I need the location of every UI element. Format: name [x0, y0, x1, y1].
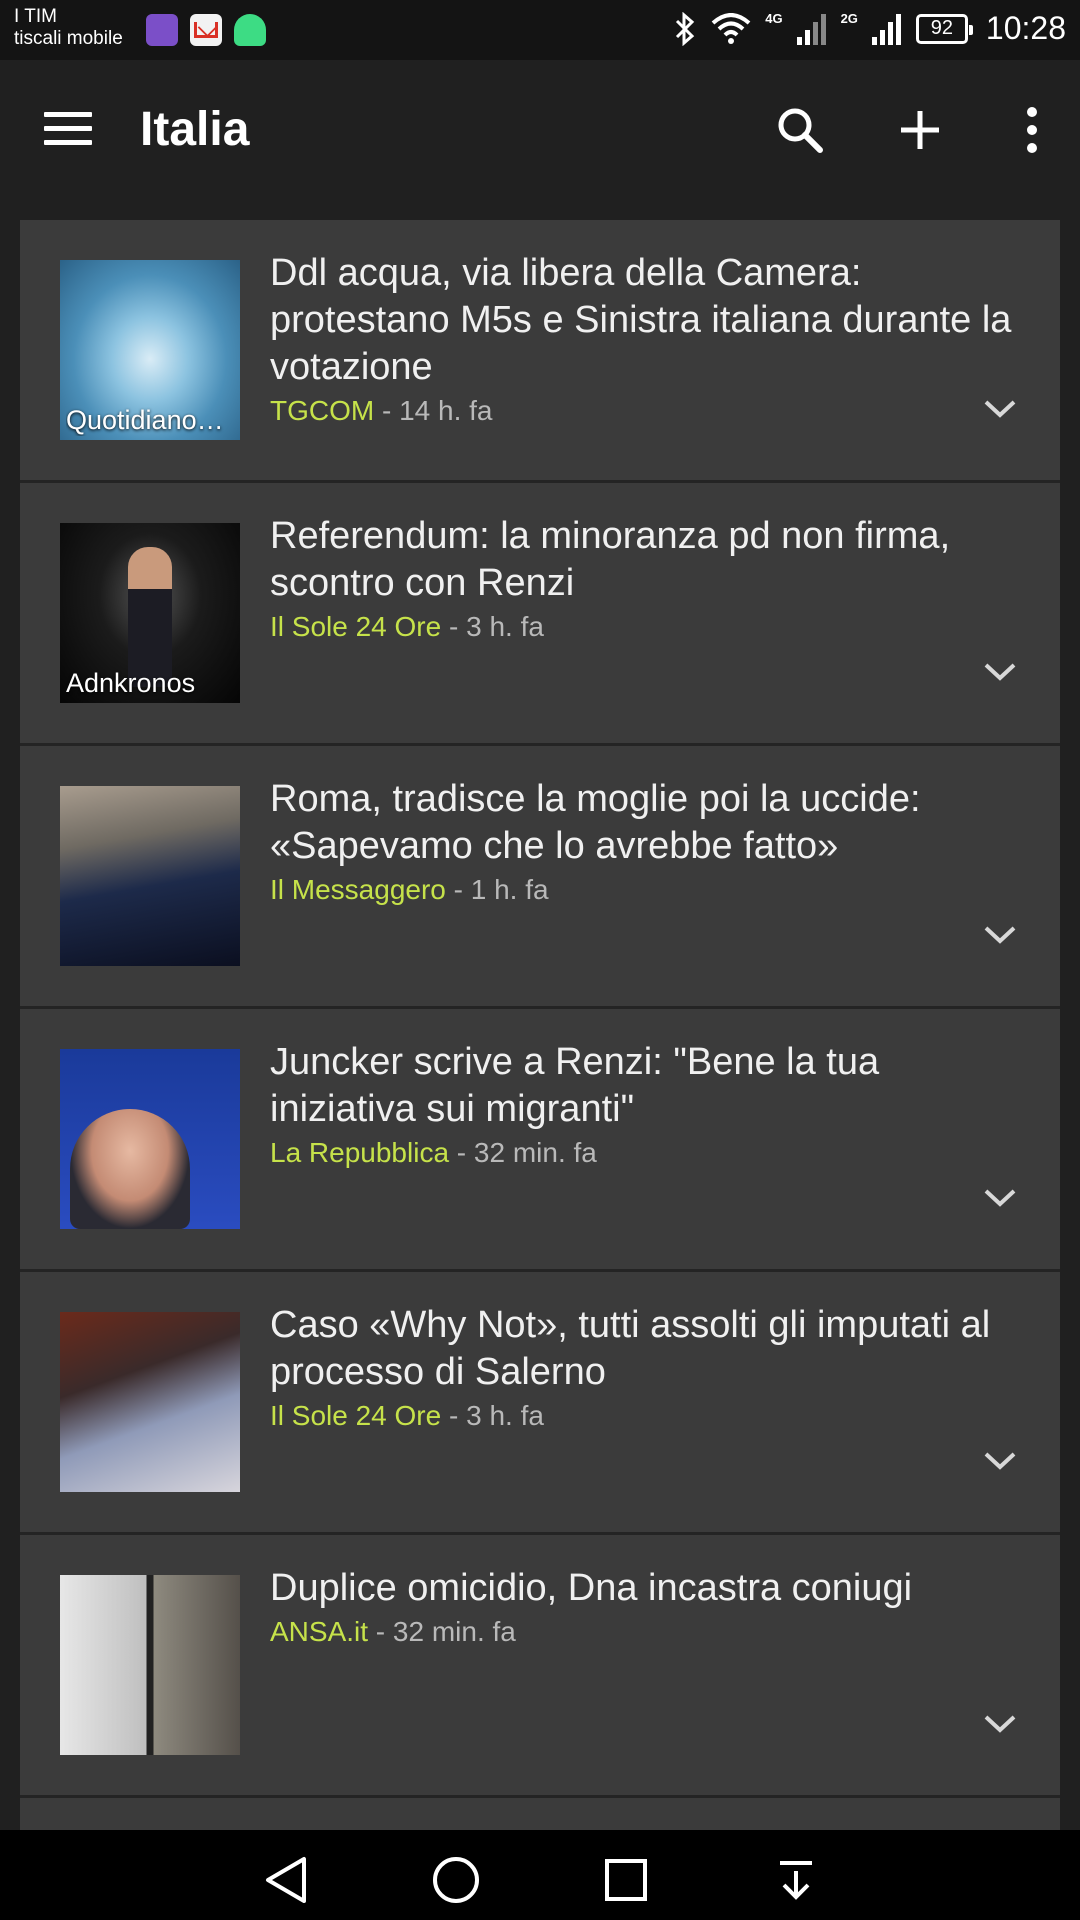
thumbnail-image [60, 1312, 240, 1492]
news-card[interactable]: Juncker scrive a Renzi: "Bene la tua ini… [20, 1009, 1060, 1272]
article-headline[interactable]: Ddl acqua, via libera della Camera: prot… [270, 250, 1030, 429]
article-meta: Il Messaggero - 1 h. fa [270, 872, 1030, 908]
news-card[interactable]: Roma, tradisce la moglie poi la uccide: … [20, 746, 1060, 1009]
news-card[interactable]: Adnkronos Referendum: la minoranza pd no… [20, 483, 1060, 746]
expand-chevron-icon[interactable] [982, 396, 1018, 420]
notification-icons [146, 14, 266, 46]
article-age: - 32 min. fa [449, 1137, 597, 1168]
more-vert-icon[interactable] [1000, 98, 1064, 162]
wifi-icon [711, 12, 751, 44]
article-thumbnail[interactable] [60, 1312, 240, 1492]
headline-text: Roma, tradisce la moglie poi la uccide: … [270, 778, 921, 867]
article-source: La Repubblica [270, 1137, 450, 1168]
headline-text: Ddl acqua, via libera della Camera: prot… [270, 252, 1012, 388]
headline-text: Duplice omicidio, Dna incastra coniugi [270, 1567, 913, 1609]
carrier-info: I TIM tiscali mobile [14, 6, 123, 50]
bluetooth-icon [676, 11, 695, 46]
headline-text: Caso «Why Not», tutti assolti gli imputa… [270, 1304, 991, 1393]
article-meta: La Repubblica - 32 min. fa [270, 1135, 1030, 1171]
expand-chevron-icon[interactable] [982, 1711, 1018, 1735]
android-notification-icon [234, 14, 266, 46]
carrier-name: I TIM [14, 6, 57, 27]
add-icon[interactable] [888, 98, 952, 162]
article-thumbnail[interactable] [60, 1575, 240, 1755]
thumbnail-image [60, 786, 240, 966]
gallery-notification-icon [146, 14, 178, 46]
article-age: - 3 h. fa [441, 611, 544, 642]
signal-strength-icon [796, 13, 826, 45]
article-source: ANSA.it [270, 1616, 369, 1647]
article-source: Il Sole 24 Ore [270, 1400, 442, 1431]
notification-pull-icon[interactable] [766, 1850, 826, 1910]
menu-icon[interactable] [44, 112, 94, 146]
network-type-4g: 4G [765, 11, 783, 26]
article-headline[interactable]: Duplice omicidio, Dna incastra coniugi A… [270, 1565, 1030, 1650]
article-thumbnail[interactable] [60, 786, 240, 966]
headline-text: Referendum: la minoranza pd non firma, s… [270, 515, 951, 604]
recents-icon[interactable] [596, 1850, 656, 1910]
news-card[interactable]: Caso «Why Not», tutti assolti gli imputa… [20, 1272, 1060, 1535]
news-feed[interactable]: Quotidiano… Ddl acqua, via libera della … [20, 220, 1060, 1830]
article-source: Il Sole 24 Ore [270, 611, 442, 642]
article-meta: TGCOM - 14 h. fa [270, 393, 1030, 429]
system-nav-bar [0, 1830, 1080, 1920]
thumbnail-caption: Adnkronos [66, 668, 196, 698]
article-headline[interactable]: Roma, tradisce la moglie poi la uccide: … [270, 776, 1030, 908]
article-age: - 32 min. fa [368, 1616, 516, 1647]
article-headline[interactable]: Juncker scrive a Renzi: "Bene la tua ini… [270, 1039, 1030, 1171]
network-type-2g: 2G [840, 11, 858, 26]
article-age: - 3 h. fa [441, 1400, 544, 1431]
expand-chevron-icon[interactable] [982, 1185, 1018, 1209]
article-source: TGCOM [270, 395, 375, 426]
search-icon[interactable] [768, 98, 832, 162]
article-source: Il Messaggero [270, 874, 446, 905]
status-clock: 10:28 [985, 10, 1066, 46]
system-icons: 4G 2G 92 10:28 [673, 10, 1066, 47]
battery-icon: 92 [915, 13, 973, 44]
thumbnail-image [60, 1049, 240, 1229]
article-thumbnail[interactable] [60, 1049, 240, 1229]
thumbnail-image [60, 1575, 240, 1755]
signal-strength-icon-2 [871, 13, 901, 45]
home-icon[interactable] [426, 1850, 486, 1910]
thumbnail-caption: Quotidiano… [66, 405, 224, 435]
battery-level: 92 [930, 17, 954, 39]
article-age: - 14 h. fa [374, 395, 493, 426]
article-meta: Il Sole 24 Ore - 3 h. fa [270, 609, 1030, 645]
article-thumbnail[interactable]: Quotidiano… [60, 260, 240, 440]
article-headline[interactable]: Caso «Why Not», tutti assolti gli imputa… [270, 1302, 1030, 1434]
back-icon[interactable] [256, 1850, 316, 1910]
status-bar: I TIM tiscali mobile 4G 2G 92 10:28 [0, 0, 1080, 60]
article-headline[interactable]: Referendum: la minoranza pd non firma, s… [270, 513, 1030, 645]
page-title: Italia [140, 103, 250, 156]
expand-chevron-icon[interactable] [982, 659, 1018, 683]
expand-chevron-icon[interactable] [982, 1448, 1018, 1472]
news-card[interactable]: Quotidiano… Ddl acqua, via libera della … [20, 220, 1060, 483]
news-card[interactable]: Duplice omicidio, Dna incastra coniugi A… [20, 1535, 1060, 1798]
headline-text: Juncker scrive a Renzi: "Bene la tua ini… [270, 1041, 880, 1130]
app-bar: Italia [0, 60, 1080, 200]
article-meta: ANSA.it - 32 min. fa [270, 1614, 1030, 1650]
expand-chevron-icon[interactable] [982, 922, 1018, 946]
article-meta: Il Sole 24 Ore - 3 h. fa [270, 1398, 1030, 1434]
carrier-secondary: tiscali mobile [14, 28, 123, 49]
gmail-notification-icon [190, 14, 222, 46]
article-thumbnail[interactable]: Adnkronos [60, 523, 240, 703]
article-age: - 1 h. fa [445, 874, 549, 905]
